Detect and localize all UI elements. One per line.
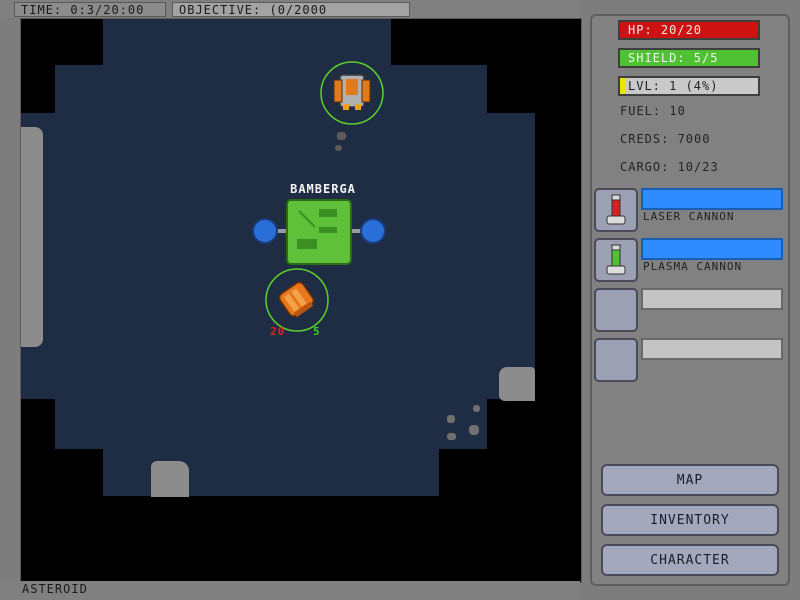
level-label: LVL: 1 (4%): [628, 79, 719, 93]
inventory-button[interactable]: INVENTORY: [601, 504, 779, 536]
shield-label: SHIELD: 5/5: [628, 51, 719, 65]
player-ship[interactable]: [264, 267, 330, 333]
map-button[interactable]: MAP: [601, 464, 779, 496]
weapon-slot-2[interactable]: [594, 238, 638, 282]
asteroid-debris: [337, 132, 346, 140]
player-hp-readout: 20: [270, 325, 286, 338]
objective-readout: OBJECTIVE: (0/2000: [172, 2, 410, 17]
asteroid-rock: [151, 461, 189, 497]
level-bar: LVL: 1 (4%): [618, 76, 760, 96]
level-progress-fill: [620, 78, 626, 94]
weapon-1-name: LASER CANNON: [643, 210, 735, 223]
cargo-readout: CARGO: 10/23: [620, 160, 719, 174]
asteroid-debris: [335, 145, 342, 151]
weapon-1-charge-bar: [641, 188, 783, 210]
asteroid-debris: [447, 415, 455, 423]
game-viewport[interactable]: BAMBERGA 20 5: [20, 18, 582, 583]
weapon-slot-1[interactable]: [594, 188, 638, 232]
player-shield-readout: 5: [313, 325, 321, 338]
weapon-4-charge-bar: [641, 338, 783, 360]
enemy-ship[interactable]: [319, 60, 385, 126]
weapon-slot-4[interactable]: [594, 338, 638, 382]
asteroid-rock: [499, 367, 535, 401]
location-label: ASTEROID: [22, 582, 88, 596]
laser-cannon-icon: [606, 194, 626, 225]
shield-bar: SHIELD: 5/5: [618, 48, 760, 68]
weapon-2-charge-bar: [641, 238, 783, 260]
weapon-2-name: PLASMA CANNON: [643, 260, 743, 273]
space-region: [103, 399, 487, 447]
hp-bar: HP: 20/20: [618, 20, 760, 40]
space-region: [21, 353, 535, 399]
asteroid-debris: [469, 425, 479, 435]
weapon-3-charge-bar: [641, 288, 783, 310]
hp-label: HP: 20/20: [628, 23, 703, 37]
weapon-slot-3[interactable]: [594, 288, 638, 332]
time-readout: TIME: 0:3/20:00: [14, 2, 166, 17]
asteroid-rock: [21, 127, 43, 347]
space-region: [151, 447, 439, 496]
space-station[interactable]: [249, 197, 389, 267]
asteroid-debris: [447, 433, 456, 440]
character-button[interactable]: CHARACTER: [601, 544, 779, 576]
station-name: BAMBERGA: [290, 182, 356, 196]
asteroid-debris: [473, 405, 480, 412]
plasma-cannon-icon: [606, 244, 626, 275]
fuel-readout: FUEL: 10: [620, 104, 686, 118]
creds-readout: CREDS: 7000: [620, 132, 711, 146]
